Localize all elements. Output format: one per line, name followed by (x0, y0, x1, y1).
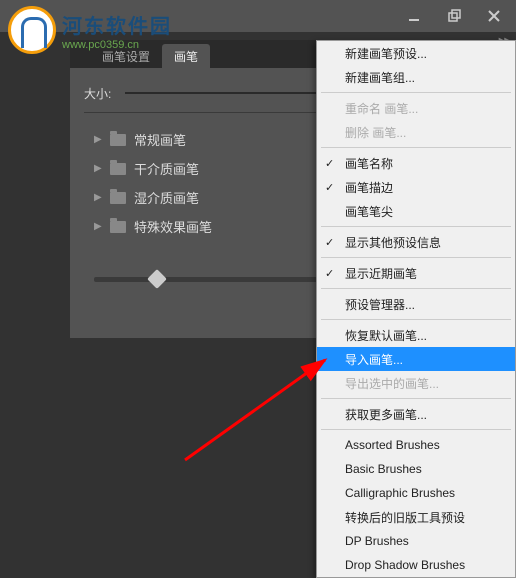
menu-import-brushes[interactable]: 导入画笔... (317, 347, 515, 371)
menu-assorted-brushes[interactable]: Assorted Brushes (317, 433, 515, 457)
menu-new-group[interactable]: 新建画笔组... (317, 65, 515, 89)
menu-restore-default[interactable]: 恢复默认画笔... (317, 323, 515, 347)
folder-label: 干介质画笔 (134, 159, 199, 178)
menu-separator (321, 398, 511, 399)
restore-button[interactable] (440, 5, 468, 27)
menu-new-preset[interactable]: 新建画笔预设... (317, 41, 515, 65)
menu-show-recent[interactable]: ✓显示近期画笔 (317, 261, 515, 285)
menu-converted-presets[interactable]: 转换后的旧版工具预设 (317, 505, 515, 529)
menu-basic-brushes[interactable]: Basic Brushes (317, 457, 515, 481)
menu-separator (321, 257, 511, 258)
close-button[interactable] (480, 5, 508, 27)
check-icon: ✓ (325, 157, 334, 170)
menu-separator (321, 288, 511, 289)
check-icon: ✓ (325, 236, 334, 249)
menu-dp-brushes[interactable]: DP Brushes (317, 529, 515, 553)
menu-drop-shadow-brushes[interactable]: Drop Shadow Brushes (317, 553, 515, 577)
watermark-logo: 河东软件园 www.pc0359.cn (0, 0, 180, 60)
menu-brush-name[interactable]: ✓画笔名称 (317, 151, 515, 175)
context-menu: 新建画笔预设... 新建画笔组... 重命名 画笔... 删除 画笔... ✓画… (316, 40, 516, 578)
menu-brush-stroke[interactable]: ✓画笔描边 (317, 175, 515, 199)
caret-icon: ▶ (94, 163, 102, 174)
menu-preset-manager[interactable]: 预设管理器... (317, 292, 515, 316)
menu-calligraphic-brushes[interactable]: Calligraphic Brushes (317, 481, 515, 505)
menu-show-other[interactable]: ✓显示其他预设信息 (317, 230, 515, 254)
minimize-button[interactable] (400, 5, 428, 27)
folder-label: 湿介质画笔 (134, 188, 199, 207)
folder-icon (110, 163, 126, 175)
menu-separator (321, 226, 511, 227)
menu-export-selected: 导出选中的画笔... (317, 371, 515, 395)
logo-icon (8, 6, 56, 54)
folder-icon (110, 221, 126, 233)
caret-icon: ▶ (94, 221, 102, 232)
check-icon: ✓ (325, 267, 334, 280)
caret-icon: ▶ (94, 134, 102, 145)
folder-label: 常规画笔 (134, 130, 186, 149)
menu-delete: 删除 画笔... (317, 120, 515, 144)
menu-separator (321, 147, 511, 148)
caret-icon: ▶ (94, 192, 102, 203)
folder-icon (110, 134, 126, 146)
folder-label: 特殊效果画笔 (134, 217, 212, 236)
menu-brush-tip[interactable]: 画笔笔尖 (317, 199, 515, 223)
menu-get-more[interactable]: 获取更多画笔... (317, 402, 515, 426)
slider-thumb[interactable] (147, 269, 167, 289)
check-icon: ✓ (325, 181, 334, 194)
menu-rename: 重命名 画笔... (317, 96, 515, 120)
menu-separator (321, 319, 511, 320)
menu-separator (321, 92, 511, 93)
folder-icon (110, 192, 126, 204)
logo-url: www.pc0359.cn (62, 39, 172, 51)
logo-title: 河东软件园 (62, 10, 172, 39)
menu-separator (321, 429, 511, 430)
size-label: 大小: (84, 85, 111, 102)
